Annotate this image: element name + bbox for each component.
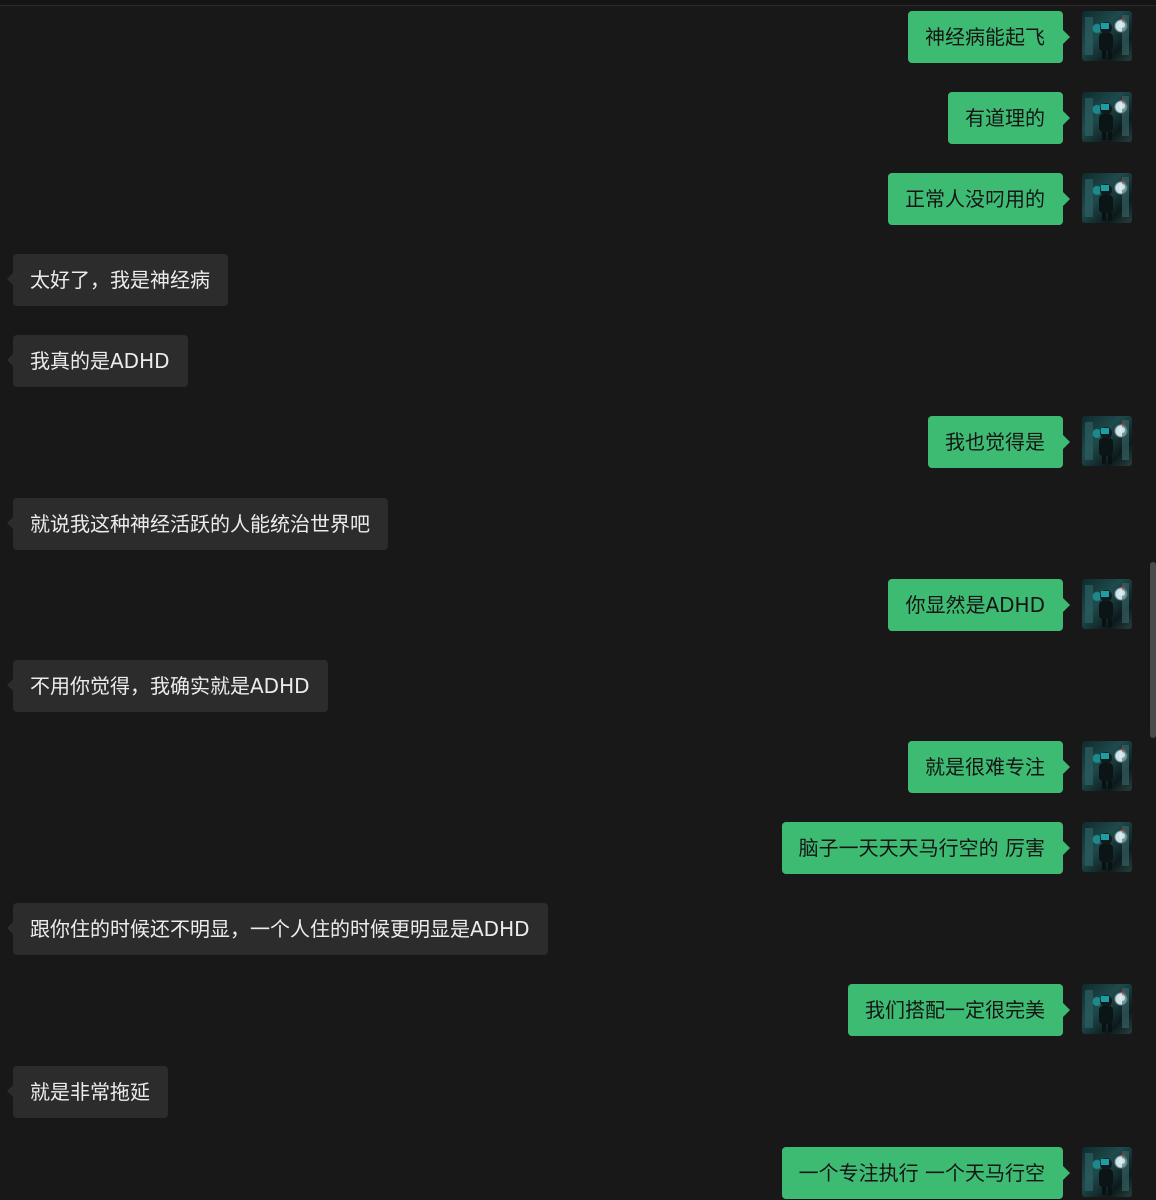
message-row: 脑子一天天天马行空的 厉害 [0, 822, 1148, 876]
message-row: 我真的是ADHD [0, 335, 1148, 389]
message-row: 有道理的 [0, 92, 1148, 146]
received-message-bubble[interactable]: 太好了，我是神经病 [7, 254, 228, 306]
sent-message-bubble[interactable]: 我也觉得是 [928, 416, 1070, 468]
message-row: 你显然是ADHD [0, 579, 1148, 633]
sent-message-bubble[interactable]: 神经病能起飞 [908, 11, 1070, 63]
user-avatar-icon[interactable] [1082, 416, 1132, 466]
message-row: 太好了，我是神经病 [0, 254, 1148, 308]
sent-message-bubble[interactable]: 有道理的 [948, 92, 1070, 144]
user-avatar-icon[interactable] [1082, 741, 1132, 791]
received-message-bubble[interactable]: 就是非常拖延 [7, 1066, 168, 1118]
sent-message-bubble[interactable]: 就是很难专注 [908, 741, 1070, 793]
message-row: 不用你觉得，我确实就是ADHD [0, 660, 1148, 714]
message-row: 就说我这种神经活跃的人能统治世界吧 [0, 498, 1148, 552]
sent-message-bubble[interactable]: 脑子一天天天马行空的 厉害 [781, 822, 1071, 874]
message-row: 就是很难专注 [0, 741, 1148, 795]
vertical-scrollbar-thumb[interactable] [1150, 562, 1156, 738]
user-avatar-icon[interactable] [1082, 984, 1132, 1034]
message-row: 正常人没叼用的 [0, 173, 1148, 227]
sent-message-bubble[interactable]: 正常人没叼用的 [888, 173, 1070, 225]
received-message-bubble[interactable]: 我真的是ADHD [7, 335, 188, 387]
message-row: 我们搭配一定很完美 [0, 984, 1148, 1038]
user-avatar-icon[interactable] [1082, 579, 1132, 629]
received-message-bubble[interactable]: 跟你住的时候还不明显，一个人住的时候更明显是ADHD [7, 903, 548, 955]
received-message-bubble[interactable]: 就说我这种神经活跃的人能统治世界吧 [7, 498, 388, 550]
user-avatar-icon[interactable] [1082, 92, 1132, 142]
user-avatar-icon[interactable] [1082, 173, 1132, 223]
message-row: 一个专注执行 一个天马行空 [0, 1147, 1148, 1200]
message-row: 跟你住的时候还不明显，一个人住的时候更明显是ADHD [0, 903, 1148, 957]
message-row: 神经病能起飞 [0, 11, 1148, 65]
user-avatar-icon[interactable] [1082, 1147, 1132, 1197]
user-avatar-icon[interactable] [1082, 11, 1132, 61]
sent-message-bubble[interactable]: 一个专注执行 一个天马行空 [781, 1147, 1071, 1199]
sent-message-bubble[interactable]: 你显然是ADHD [888, 579, 1070, 631]
message-row: 我也觉得是 [0, 416, 1148, 470]
message-row: 就是非常拖延 [0, 1066, 1148, 1120]
user-avatar-icon[interactable] [1082, 822, 1132, 872]
sent-message-bubble[interactable]: 我们搭配一定很完美 [848, 984, 1070, 1036]
received-message-bubble[interactable]: 不用你觉得，我确实就是ADHD [7, 660, 328, 712]
chat-message-list[interactable]: 神经病能起飞 有道理的 正常人没叼用的 太好了，我是神经病 我真的是ADHD 我… [0, 0, 1148, 1200]
